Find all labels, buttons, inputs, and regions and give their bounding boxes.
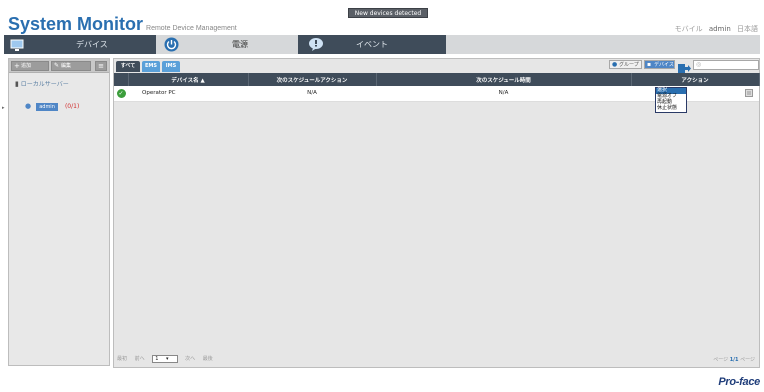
collapse-handle-icon[interactable]: ▸ bbox=[2, 105, 7, 115]
nav-events-label: イベント bbox=[356, 40, 388, 49]
list-icon: ≡ bbox=[98, 62, 104, 70]
add-button[interactable]: + 追加 bbox=[11, 61, 49, 71]
column-status bbox=[114, 73, 129, 86]
tree-root-label: ローカルサーバー bbox=[20, 81, 69, 88]
action-dropdown[interactable]: 選択 電源オフ 再起動 休止状態 bbox=[655, 87, 687, 113]
list-view-button[interactable]: ≡ bbox=[95, 61, 107, 71]
nav-tab-events[interactable]: イベント bbox=[298, 35, 446, 54]
nav-tab-power[interactable]: 電源 bbox=[156, 35, 298, 54]
user-icon: ● bbox=[25, 102, 32, 110]
device-name-link[interactable]: Operator PC bbox=[128, 86, 248, 102]
monitor-icon bbox=[10, 37, 24, 56]
page-select[interactable]: 1 ▾ bbox=[152, 355, 178, 363]
tab-ims[interactable]: IMS bbox=[162, 61, 180, 72]
group-name-tag: admin bbox=[36, 103, 58, 111]
column-next-action[interactable]: 次のスケジュールアクション bbox=[248, 73, 377, 86]
next-page-link[interactable]: 次へ bbox=[185, 356, 195, 362]
plus-icon: + bbox=[14, 62, 20, 70]
user-link[interactable]: admin bbox=[709, 25, 731, 33]
chevron-down-icon: ▾ bbox=[166, 356, 169, 362]
search-icon: ◎ bbox=[696, 61, 702, 68]
pencil-icon: ✎ bbox=[54, 62, 60, 69]
device-table: デバイス名 ▲ 次のスケジュールアクション 次のスケジュール時間 アクション ✓… bbox=[114, 73, 760, 113]
table-header-row: デバイス名 ▲ 次のスケジュールアクション 次のスケジュール時間 アクション bbox=[114, 73, 760, 86]
group-view-button[interactable]: ● グループ bbox=[609, 60, 642, 69]
status-cell: ✓ bbox=[114, 86, 128, 102]
pager: 最初 前へ 1 ▾ 次へ 最後 bbox=[117, 355, 219, 363]
tree-group-admin[interactable]: ● admin (0/1) bbox=[25, 93, 79, 112]
group-count: (0/1) bbox=[64, 103, 80, 110]
next-action-cell: N/A bbox=[248, 86, 376, 102]
globe-icon: ● bbox=[612, 61, 618, 68]
app-subtitle: Remote Device Management bbox=[146, 25, 237, 32]
table-row[interactable]: ✓ Operator PC N/A N/A 選択 電源オフ 再起動 休止状態 bbox=[114, 86, 759, 113]
group-view-label: グループ bbox=[619, 62, 639, 68]
device-icon: ▪ bbox=[647, 61, 652, 68]
add-button-label: 追加 bbox=[21, 63, 32, 69]
first-page-link[interactable]: 最初 bbox=[117, 356, 127, 362]
page-select-value: 1 bbox=[155, 356, 159, 362]
column-action: アクション bbox=[631, 73, 760, 86]
tree-root-local-server[interactable]: ▮ ローカルサーバー bbox=[15, 79, 69, 88]
language-link[interactable]: 日本語 bbox=[737, 25, 758, 33]
column-next-time[interactable]: 次のスケジュール時間 bbox=[376, 73, 632, 86]
search-input[interactable]: ◎ bbox=[693, 60, 759, 70]
edit-button[interactable]: ✎ 編集 bbox=[51, 61, 91, 71]
nav-power-label: 電源 bbox=[232, 40, 248, 49]
check-icon: ✓ bbox=[116, 88, 126, 98]
page-info-label: ページ bbox=[713, 357, 729, 363]
last-page-link[interactable]: 最後 bbox=[203, 356, 213, 362]
speech-bubble-icon bbox=[308, 37, 324, 56]
column-device-name[interactable]: デバイス名 ▲ bbox=[128, 73, 249, 86]
action-cell: 選択 電源オフ 再起動 休止状態 bbox=[631, 86, 759, 113]
device-view-label: デバイス bbox=[654, 62, 674, 68]
nav-tab-devices[interactable]: デバイス bbox=[4, 35, 156, 54]
power-icon bbox=[164, 37, 179, 56]
page-info-suffix: ページ bbox=[740, 357, 755, 363]
device-tree-sidebar: + 追加 ✎ 編集 ≡ ▮ ローカルサーバー ● admin (0/1) bbox=[8, 58, 110, 366]
prev-page-link[interactable]: 前へ bbox=[135, 356, 145, 362]
details-icon[interactable] bbox=[745, 89, 753, 99]
tab-all[interactable]: すべて bbox=[116, 61, 140, 72]
brand-logo: Pro-face bbox=[718, 376, 760, 388]
tab-ems[interactable]: EMS bbox=[142, 61, 160, 72]
mobile-link[interactable]: モバイル bbox=[675, 25, 703, 33]
device-view-button[interactable]: ▪ デバイス bbox=[644, 60, 675, 69]
server-icon: ▮ bbox=[15, 80, 19, 88]
nav-devices-label: デバイス bbox=[76, 40, 108, 49]
app-title: System Monitor Remote Device Management bbox=[8, 14, 237, 35]
device-list-panel: すべて EMS IMS ● グループ ▪ デバイス ◎ デバイス名 ▲ 次のスケ… bbox=[113, 58, 760, 368]
main-nav: デバイス 電源 イベント bbox=[4, 35, 760, 54]
sidebar-toolbar: + 追加 ✎ 編集 ≡ bbox=[9, 59, 109, 73]
user-bar: モバイル admin 日本語 bbox=[671, 24, 758, 34]
page-info-numbers: 1/1 bbox=[729, 357, 739, 363]
edit-button-label: 編集 bbox=[61, 63, 72, 69]
new-devices-notification[interactable]: New devices detected bbox=[348, 8, 428, 18]
app-title-text: System Monitor bbox=[8, 14, 144, 34]
next-time-cell: N/A bbox=[376, 86, 631, 102]
page-info: ページ 1/1 ページ bbox=[713, 356, 755, 363]
action-option[interactable]: 休止状態 bbox=[656, 105, 686, 112]
